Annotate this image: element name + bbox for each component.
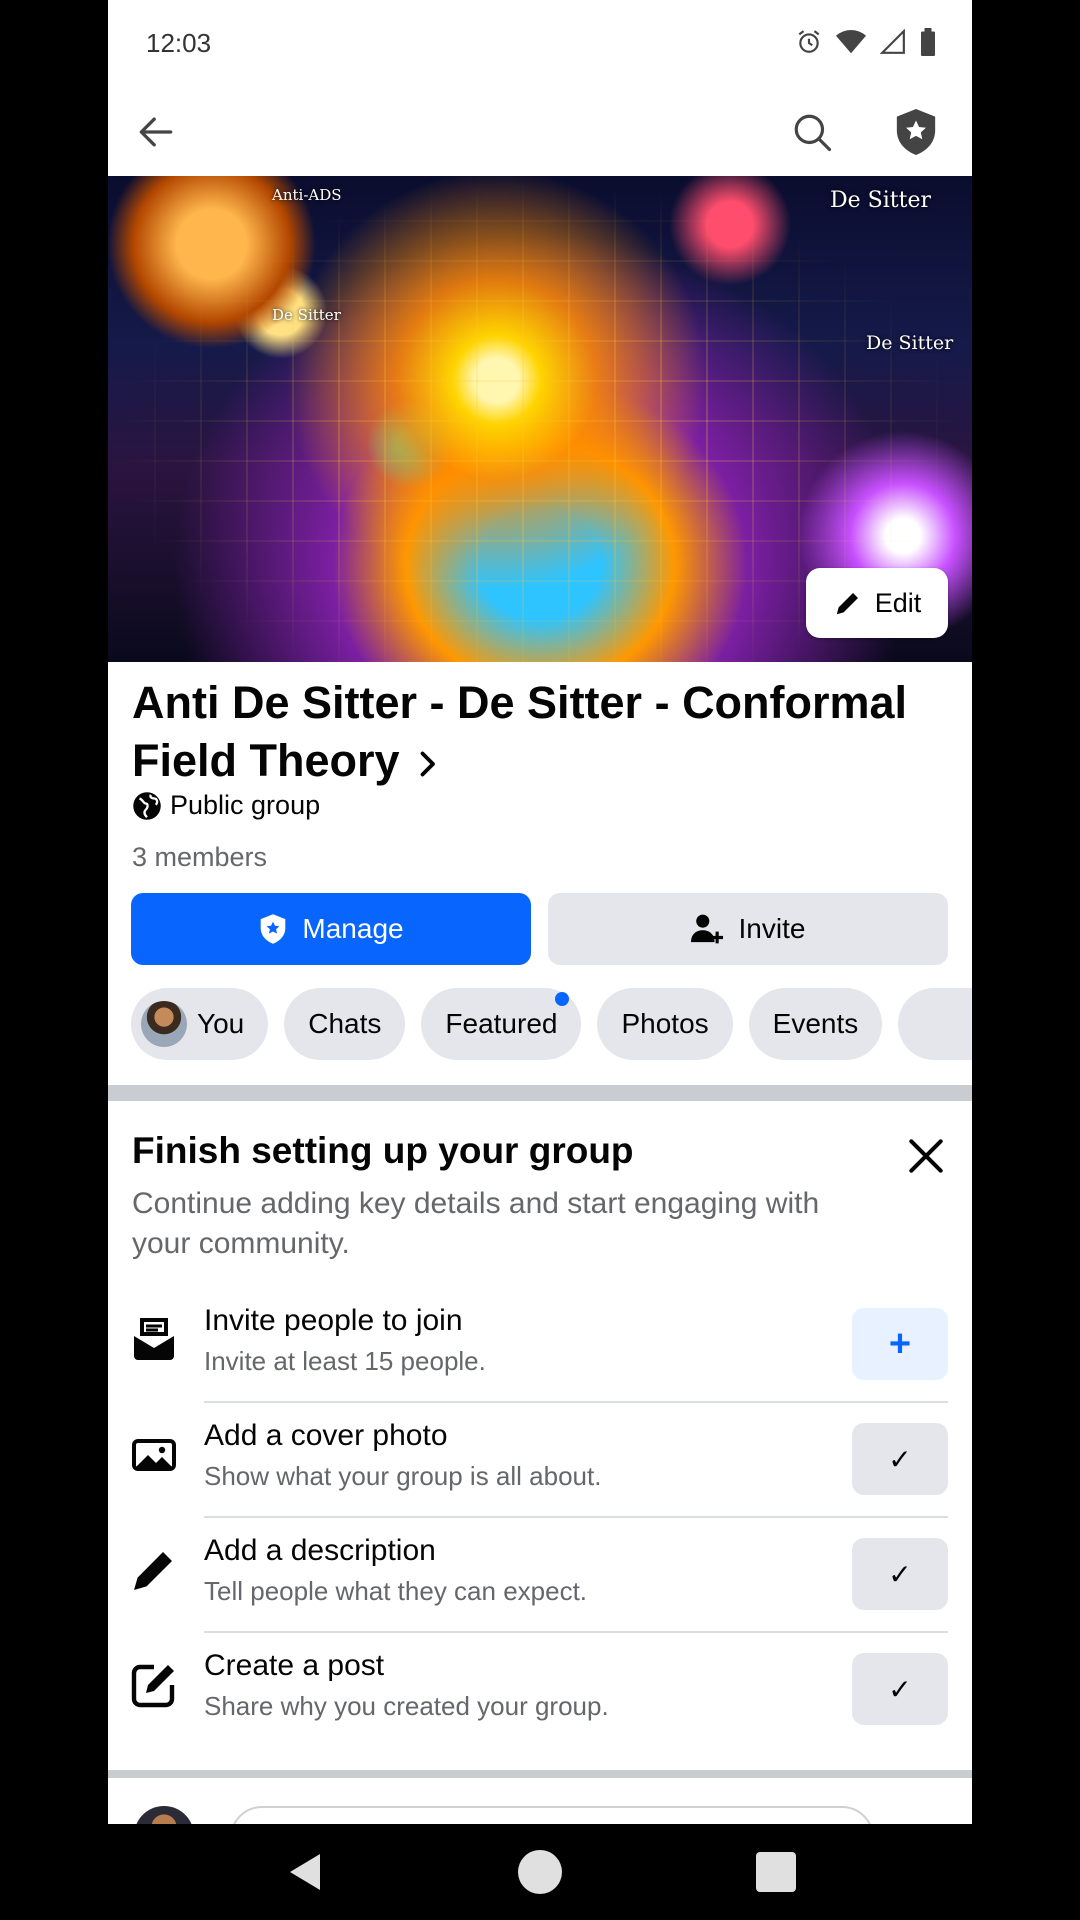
task-subtitle: Show what your group is all about. <box>204 1461 602 1491</box>
tab-you[interactable]: You <box>131 988 269 1060</box>
nav-home-icon[interactable] <box>516 1848 564 1896</box>
tab-label: You <box>197 1008 245 1039</box>
cover-label: De Sitter <box>866 332 954 354</box>
add-person-icon <box>690 914 723 944</box>
task-invite-people[interactable]: Invite people to join Invite at least 15… <box>108 1288 972 1403</box>
cover-label: De Sitter <box>272 306 341 324</box>
task-subtitle: Share why you created your group. <box>204 1691 609 1721</box>
completed-check-button[interactable]: ✓ <box>852 1538 948 1610</box>
manage-button[interactable]: Manage <box>131 893 531 965</box>
checkmark-icon: ✓ <box>888 1442 912 1476</box>
photo-icon <box>132 1439 176 1471</box>
group-tabs: You Chats Featured Photos Events <box>131 988 972 1060</box>
tab-label: Chats <box>308 1008 382 1039</box>
plus-icon: + <box>888 1322 912 1365</box>
checkmark-icon: ✓ <box>888 1557 912 1591</box>
task-description[interactable]: Add a description Tell people what they … <box>108 1518 972 1633</box>
manage-label: Manage <box>302 913 404 944</box>
signal-icon <box>880 29 905 54</box>
task-create-post[interactable]: Create a post Share why you created your… <box>108 1633 972 1748</box>
battery-icon <box>921 28 935 56</box>
task-title: Create a post <box>204 1649 385 1682</box>
task-subtitle: Invite at least 15 people. <box>204 1346 486 1376</box>
composer-input[interactable] <box>230 1806 874 1824</box>
edit-cover-button[interactable]: Edit <box>806 568 948 638</box>
tab-label: Photos <box>621 1008 709 1039</box>
cover-label: De Sitter <box>830 188 931 213</box>
shield-star-icon <box>896 109 936 155</box>
status-icons <box>796 28 936 56</box>
chevron-right-icon <box>416 735 438 793</box>
member-count[interactable]: 3 members <box>132 842 267 873</box>
shield-star-icon <box>261 914 286 944</box>
group-title[interactable]: Anti De Sitter - De Sitter - Conformal F… <box>132 674 952 793</box>
app-screen: 12:03 Anti-ADS De Sitter De Sitter De Si… <box>108 0 972 1824</box>
search-icon <box>794 114 832 152</box>
pencil-icon <box>836 593 858 615</box>
status-bar: 12:03 <box>108 0 972 88</box>
section-divider <box>108 1085 972 1101</box>
task-title: Add a cover photo <box>204 1419 448 1452</box>
edit-cover-label: Edit <box>874 587 922 618</box>
section-divider <box>108 1770 972 1778</box>
search-button[interactable] <box>782 102 842 162</box>
checkmark-icon: ✓ <box>888 1672 912 1706</box>
tab-featured[interactable]: Featured <box>421 988 582 1060</box>
setup-card-subtitle: Continue adding key details and start en… <box>132 1187 820 1260</box>
tab-events[interactable]: Events <box>748 988 883 1060</box>
completed-check-button[interactable]: ✓ <box>852 1423 948 1495</box>
add-invite-button[interactable]: + <box>852 1308 948 1380</box>
wifi-icon <box>836 30 866 54</box>
privacy-label: Public group <box>170 790 321 820</box>
task-title: Add a description <box>204 1534 436 1567</box>
pencil-icon <box>134 1552 172 1590</box>
dismiss-setup-button[interactable] <box>904 1134 948 1178</box>
post-composer[interactable] <box>108 1790 972 1824</box>
compose-icon <box>131 1664 175 1708</box>
globe-icon <box>133 791 161 820</box>
notification-dot <box>555 992 570 1006</box>
task-cover-photo[interactable]: Add a cover photo Show what your group i… <box>108 1403 972 1518</box>
group-privacy: Public group <box>132 790 320 821</box>
completed-check-button[interactable]: ✓ <box>852 1653 948 1725</box>
avatar <box>141 1001 187 1047</box>
avatar <box>134 1806 194 1824</box>
alarm-icon <box>798 30 820 53</box>
system-nav-bar <box>0 1824 1080 1920</box>
status-time: 12:03 <box>146 28 212 58</box>
task-title: Invite people to join <box>204 1304 463 1337</box>
tab-more[interactable] <box>898 988 972 1060</box>
tab-chats[interactable]: Chats <box>284 988 406 1060</box>
setup-card-title: Finish setting up your group <box>132 1130 634 1171</box>
task-subtitle: Tell people what they can expect. <box>204 1576 588 1606</box>
back-arrow-icon <box>139 117 173 147</box>
tab-label: Events <box>772 1008 859 1039</box>
inbox-icon <box>134 1318 174 1360</box>
group-title-text: Anti De Sitter - De Sitter - Conformal F… <box>132 677 908 786</box>
back-button[interactable] <box>126 102 186 162</box>
app-bar <box>108 88 972 176</box>
tab-photos[interactable]: Photos <box>597 988 733 1060</box>
nav-recents-icon[interactable] <box>752 1848 800 1896</box>
invite-label: Invite <box>738 913 806 944</box>
admin-tools-button[interactable] <box>886 102 946 162</box>
invite-button[interactable]: Invite <box>548 893 948 965</box>
nav-back-icon[interactable] <box>282 1848 330 1896</box>
tab-label: Featured <box>445 1008 558 1039</box>
close-icon <box>909 1139 943 1173</box>
cover-label: Anti-ADS <box>272 186 342 204</box>
